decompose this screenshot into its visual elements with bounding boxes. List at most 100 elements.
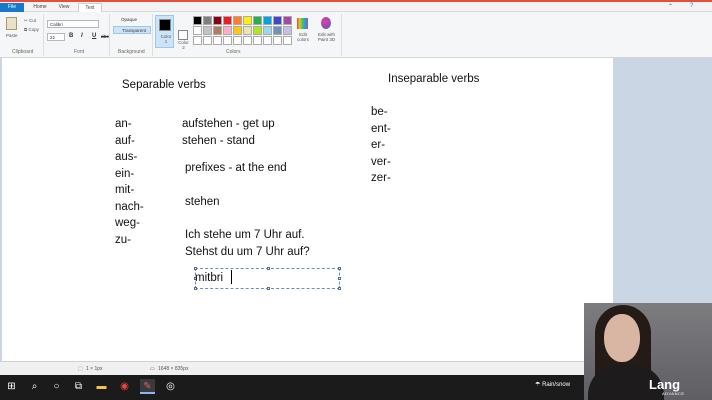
transparent-option[interactable]: Transparent: [113, 26, 151, 34]
windows-start-icon[interactable]: ⊞: [4, 379, 19, 394]
color-palette[interactable]: [193, 16, 292, 45]
paste-button[interactable]: Paste: [6, 33, 18, 38]
color-swatch[interactable]: [243, 16, 252, 25]
tab-file[interactable]: File: [0, 3, 24, 12]
list-item: nach-: [115, 200, 144, 213]
paint-window: File Home View Text ⌃ ? Paste ✂ Cut ⧉ Co…: [0, 0, 712, 400]
list-item: zer-: [371, 172, 391, 184]
color-swatch[interactable]: [283, 26, 292, 35]
resize-handle[interactable]: [338, 267, 341, 270]
text-caret: [231, 270, 232, 284]
cut-button[interactable]: ✂ Cut: [24, 18, 36, 24]
paint3d-icon[interactable]: [321, 17, 331, 29]
font-size-select[interactable]: 22: [47, 33, 65, 41]
weather-widget[interactable]: ☂ Rain/snow: [535, 381, 570, 388]
font-family-select[interactable]: Calibri: [47, 20, 99, 28]
color-swatch[interactable]: [203, 26, 212, 35]
bold-button[interactable]: B: [69, 33, 73, 39]
list-item: weg-: [115, 217, 140, 229]
resize-handle[interactable]: [194, 287, 197, 290]
opaque-option[interactable]: Opaque: [113, 16, 151, 24]
resize-handle[interactable]: [267, 267, 270, 270]
cortana-icon[interactable]: ○: [49, 379, 64, 394]
edit-colors-button[interactable]: Edit colors: [294, 32, 312, 42]
color-swatch[interactable]: [253, 16, 262, 25]
color-swatch[interactable]: [203, 36, 212, 45]
text-box-content[interactable]: mitbri: [195, 270, 223, 287]
tab-home[interactable]: Home: [28, 3, 52, 12]
list-item: ver-: [371, 155, 391, 168]
color-swatch[interactable]: [283, 16, 292, 25]
italic-button[interactable]: I: [81, 33, 83, 39]
color-swatch[interactable]: [223, 36, 232, 45]
recorder-icon[interactable]: ◎: [163, 379, 178, 394]
paste-icon[interactable]: [6, 17, 17, 30]
title-accent-bar: [0, 0, 712, 2]
copy-button[interactable]: ⧉ Copy: [24, 27, 39, 32]
file-explorer-icon[interactable]: ▬: [94, 379, 109, 394]
help-icon[interactable]: ?: [690, 3, 693, 9]
color-swatch[interactable]: [223, 16, 232, 25]
minimize-ribbon-icon[interactable]: ⌃: [668, 3, 673, 10]
umbrella-icon: ☂: [535, 382, 541, 388]
drawing-canvas[interactable]: Separable verbs Inseparable verbs an- au…: [2, 58, 613, 361]
sentence-question: Stehst du um 7 Uhr auf?: [185, 246, 310, 258]
prefix-rule: prefixes - at the end: [185, 162, 287, 174]
selection-size: 1 × 1px: [86, 366, 103, 372]
divider: [109, 14, 110, 56]
resize-handle[interactable]: [338, 277, 341, 280]
color-swatch[interactable]: [203, 16, 212, 25]
color-swatch[interactable]: [223, 26, 232, 35]
color-swatch[interactable]: [193, 26, 202, 35]
paint-icon[interactable]: ✎: [140, 379, 155, 394]
color-swatch[interactable]: [233, 36, 242, 45]
ribbon-tabs: File Home View Text ⌃ ?: [0, 0, 712, 12]
edit-with-paint3d-button[interactable]: Edit with Paint 3D: [314, 32, 339, 42]
color-swatch[interactable]: [213, 16, 222, 25]
verb-stehen: stehen: [185, 196, 220, 208]
color-swatch[interactable]: [233, 26, 242, 35]
chrome-icon[interactable]: ◉: [117, 379, 132, 394]
list-item: ent-: [371, 122, 391, 135]
color-swatch[interactable]: [263, 16, 272, 25]
selection-size-icon: ⬚: [78, 366, 83, 372]
background-group-label: Background: [118, 49, 145, 55]
color1-label: Color 1: [160, 34, 172, 44]
strikethrough-button[interactable]: abc: [101, 34, 109, 39]
color-swatch[interactable]: [243, 36, 252, 45]
color-swatch[interactable]: [273, 16, 282, 25]
edit-colors-icon[interactable]: [297, 18, 308, 29]
color-swatch[interactable]: [273, 26, 282, 35]
color-swatch[interactable]: [233, 16, 242, 25]
divider: [341, 14, 342, 56]
tab-view[interactable]: View: [54, 3, 74, 12]
color1-button[interactable]: Color 1: [155, 15, 174, 48]
separable-prefix-list: an- auf- aus- ein- mit- nach- weg- zu-: [115, 116, 144, 248]
separable-heading: Separable verbs: [122, 79, 206, 91]
color-swatch[interactable]: [243, 26, 252, 35]
color-swatch[interactable]: [263, 26, 272, 35]
copy-label: Copy: [28, 27, 39, 32]
clipboard-group-label: Clipboard: [12, 49, 34, 55]
list-item: an-: [115, 118, 132, 130]
resize-handle[interactable]: [267, 287, 270, 290]
canvas-size-icon: ▭: [150, 366, 155, 372]
list-item: be-: [371, 106, 388, 118]
color-swatch[interactable]: [263, 36, 272, 45]
task-view-icon[interactable]: ⧉: [71, 379, 86, 394]
search-icon[interactable]: ⌕: [27, 379, 42, 394]
color-swatch[interactable]: [213, 36, 222, 45]
color-swatch[interactable]: [253, 36, 262, 45]
color-swatch[interactable]: [253, 26, 262, 35]
tab-text[interactable]: Text: [78, 3, 102, 12]
cut-label: Cut: [29, 18, 37, 23]
color-swatch[interactable]: [283, 36, 292, 45]
underline-button[interactable]: U: [92, 33, 96, 39]
resize-handle[interactable]: [338, 287, 341, 290]
color-swatch[interactable]: [213, 26, 222, 35]
color-swatch[interactable]: [193, 16, 202, 25]
canvas-size: 1648 × 835px: [158, 366, 189, 372]
list-item: mit-: [115, 184, 135, 196]
color-swatch[interactable]: [193, 36, 202, 45]
color-swatch[interactable]: [273, 36, 282, 45]
